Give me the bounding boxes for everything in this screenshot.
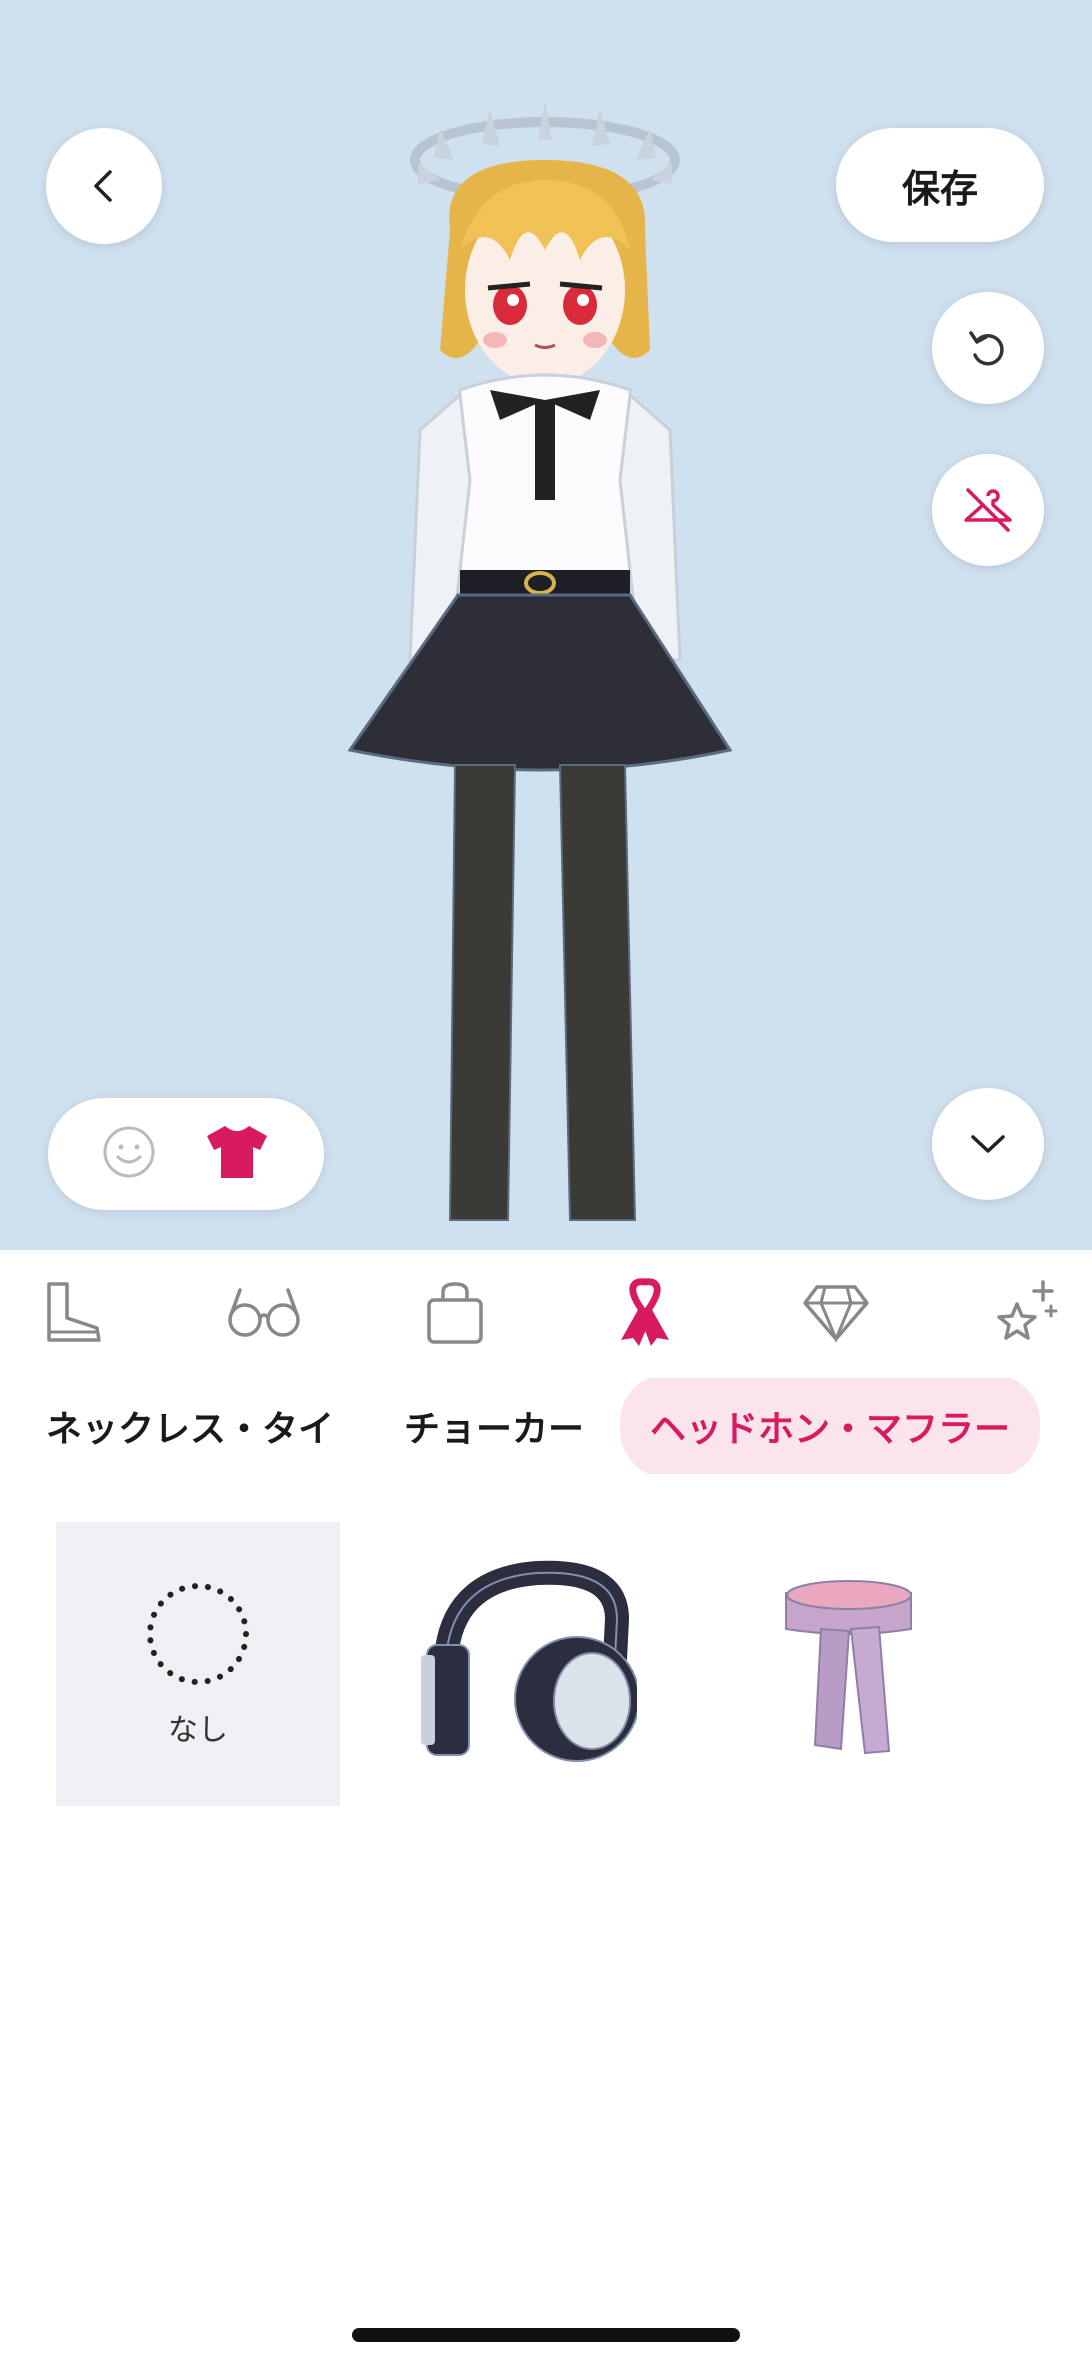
avatar-figure (347, 100, 733, 1221)
hide-clothes-button[interactable] (932, 454, 1044, 566)
glasses-icon (228, 1287, 301, 1337)
item-grid: なし (56, 1522, 1046, 1806)
tab-choker[interactable]: チョーカー (404, 1400, 584, 1452)
home-indicator[interactable] (352, 2328, 740, 2342)
save-button[interactable]: 保存 (836, 128, 1044, 242)
avatar-preview[interactable]: 保存 (0, 0, 1092, 1250)
category-effects[interactable] (986, 1273, 1066, 1353)
item-scarf[interactable] (704, 1522, 988, 1806)
chevron-down-icon (971, 1135, 1005, 1153)
hanger-slash-icon (964, 488, 1012, 532)
category-jewelry[interactable] (796, 1273, 876, 1353)
category-shoes[interactable] (34, 1273, 114, 1353)
smile-icon (103, 1126, 155, 1178)
boot-icon (47, 1281, 101, 1342)
scarf-icon (785, 1580, 912, 1755)
subcategory-tabs: ネックレス・タイ チョーカー ヘッドホン・マフラー (0, 1378, 1092, 1474)
tab-headphones-muffler[interactable]: ヘッドホン・マフラー (620, 1378, 1041, 1474)
back-button[interactable] (46, 128, 162, 244)
sparkle-star-icon (997, 1279, 1058, 1340)
collapse-button[interactable] (932, 1088, 1044, 1200)
category-bags[interactable] (415, 1273, 495, 1353)
undo-button[interactable] (932, 292, 1044, 404)
undo-icon (969, 331, 1004, 366)
bag-icon (427, 1281, 483, 1344)
ribbon-icon (621, 1277, 670, 1346)
diamond-icon (802, 1284, 869, 1343)
item-none-label: なし (168, 1713, 228, 1748)
category-bar (0, 1250, 1092, 1375)
item-headphones[interactable] (380, 1522, 664, 1806)
tshirt-icon (207, 1126, 267, 1178)
face-mode-button[interactable] (101, 1124, 157, 1184)
chevron-left-icon (94, 170, 112, 202)
item-none[interactable]: なし (56, 1522, 340, 1806)
tab-necklace-tie[interactable]: ネックレス・タイ (46, 1400, 334, 1452)
headphones-icon (421, 1560, 637, 1762)
mode-toggle (48, 1098, 324, 1210)
clothes-mode-button[interactable] (203, 1122, 271, 1186)
none-dotted-circle-icon (147, 1583, 249, 1685)
category-glasses[interactable] (224, 1273, 304, 1353)
category-neckwear[interactable] (605, 1273, 685, 1353)
